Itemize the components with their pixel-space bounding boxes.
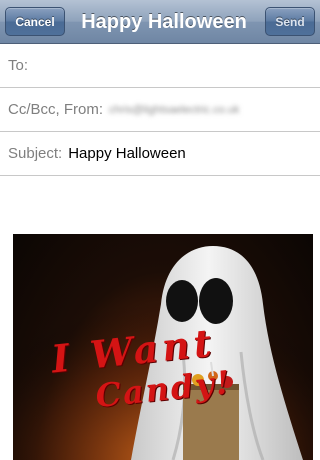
attached-photo: I Want Candy!: [13, 234, 313, 460]
cc-bcc-from-label: Cc/Bcc, From:: [8, 101, 104, 118]
cc-bcc-from-field[interactable]: Cc/Bcc, From: chris@lightsaelectric.co.u…: [0, 88, 320, 132]
subject-field[interactable]: Subject: Happy Halloween: [0, 132, 320, 176]
page-title: Happy Halloween: [81, 10, 247, 33]
cancel-button[interactable]: Cancel: [5, 7, 65, 36]
subject-input[interactable]: Happy Halloween: [68, 145, 186, 162]
to-field[interactable]: To:: [0, 44, 320, 88]
send-button[interactable]: Send: [265, 7, 315, 36]
from-address[interactable]: chris@lightsaelectric.co.uk: [109, 104, 239, 116]
navigation-bar: Cancel Happy Halloween Send: [0, 0, 320, 44]
to-label: To:: [8, 57, 29, 74]
subject-label: Subject:: [8, 145, 63, 162]
